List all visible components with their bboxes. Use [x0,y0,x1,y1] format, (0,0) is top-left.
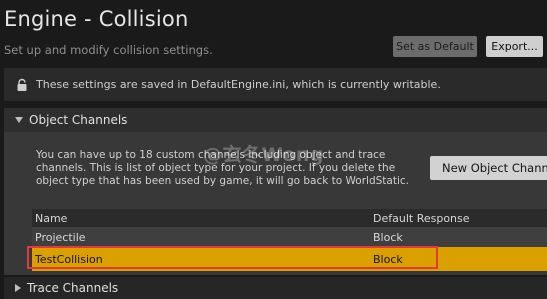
table-row-selected[interactable]: TestCollision Block [32,247,547,271]
object-channels-label: Object Channels [29,113,128,127]
expand-arrow-icon[interactable] [15,117,23,123]
column-header-name[interactable]: Name [35,212,67,225]
collapse-arrow-icon[interactable] [15,284,21,292]
page-title: Engine - Collision [4,7,189,31]
lock-icon [15,78,29,92]
column-header-default-response[interactable]: Default Response [373,212,470,225]
channel-name: Projectile [35,230,86,244]
object-channels-description: You can have up to 18 custom channels in… [36,149,409,187]
channel-name: TestCollision [35,252,103,266]
new-object-channel-button[interactable]: New Object Channel... [430,156,547,180]
export-button[interactable]: Export... [486,36,543,57]
channel-response: Block [373,230,403,244]
object-channels-table: Name Default Response Projectile Block T… [32,209,547,271]
page-subtitle: Set up and modify collision settings. [4,43,213,57]
config-notice-text: These settings are saved in DefaultEngin… [36,78,441,91]
table-header-row: Name Default Response [32,209,547,227]
set-as-default-button[interactable]: Set as Default [393,36,477,57]
channel-response: Block [373,252,403,266]
table-row[interactable]: Projectile Block [32,227,547,247]
trace-channels-header[interactable]: Trace Channels [4,277,547,299]
object-channels-header[interactable]: Object Channels [4,108,547,132]
trace-channels-label: Trace Channels [27,281,119,295]
config-notice-bar: These settings are saved in DefaultEngin… [4,68,547,101]
